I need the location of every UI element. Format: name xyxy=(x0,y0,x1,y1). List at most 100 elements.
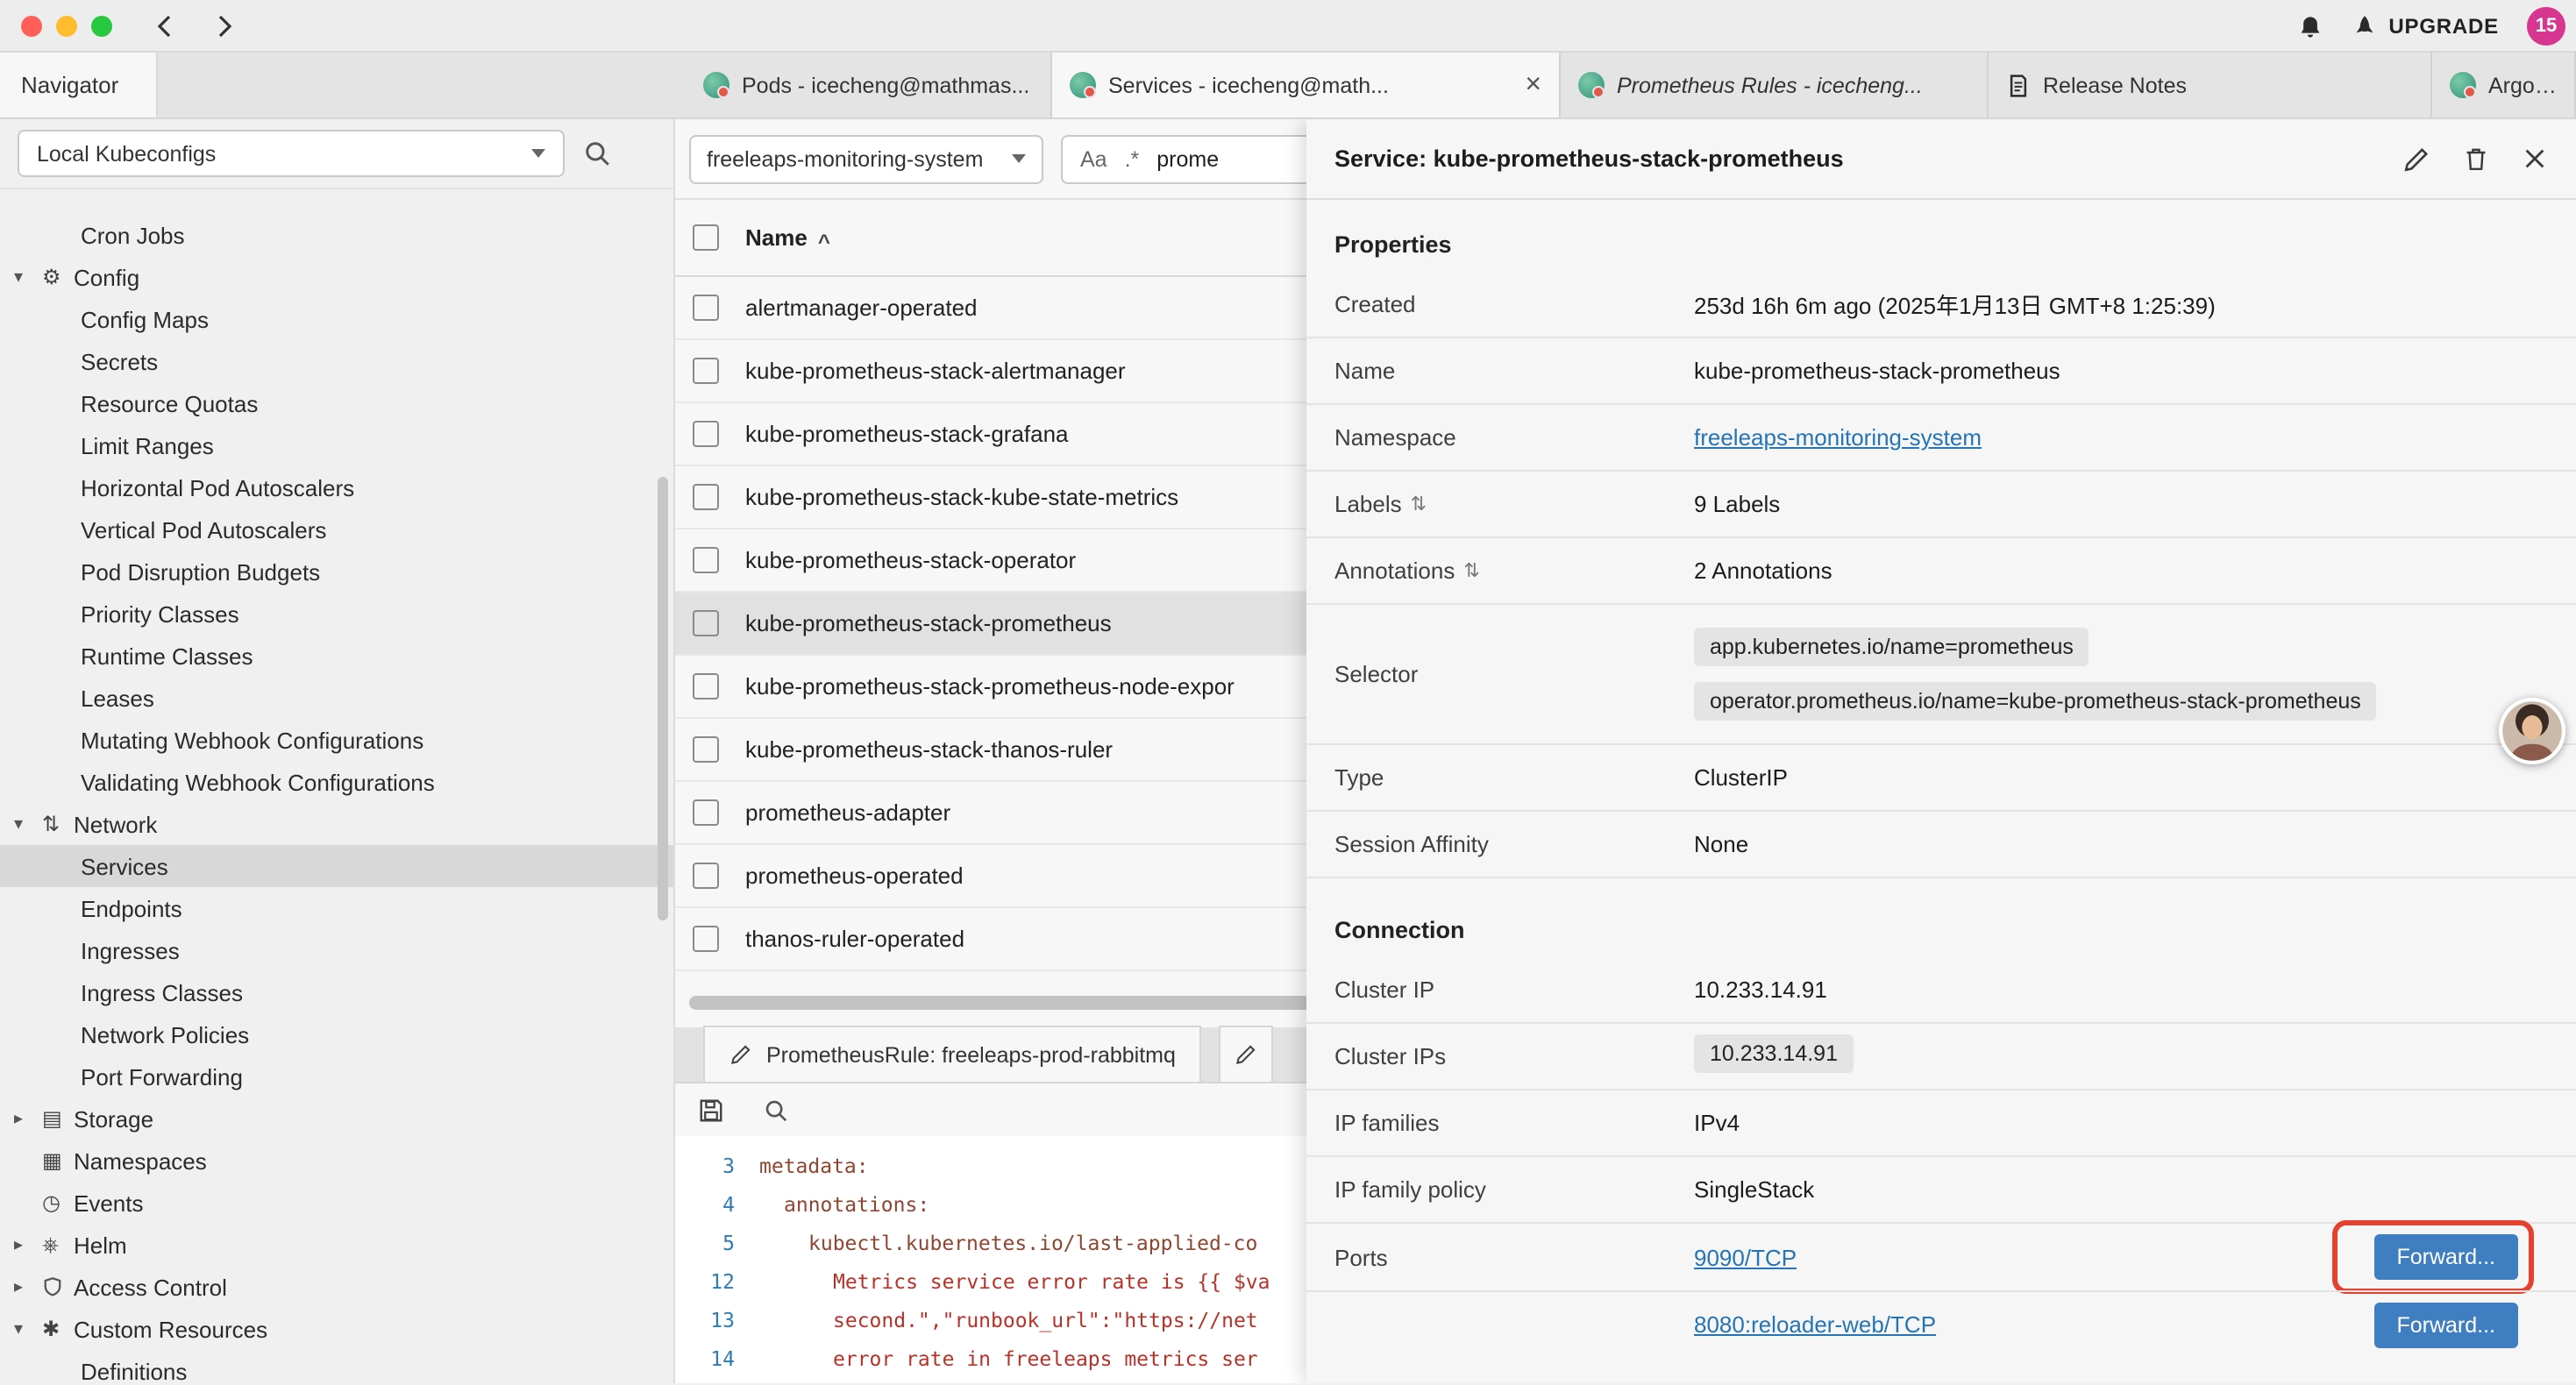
type-value: ClusterIP xyxy=(1694,764,2548,791)
code-text: kubectl.kubernetes.io/last-applied-co xyxy=(759,1224,1257,1262)
sidebar-item-storage[interactable]: ▸▤Storage xyxy=(0,1097,673,1140)
port-forward-button[interactable]: Forward... xyxy=(2373,1234,2518,1280)
sidebar-item-network[interactable]: ▾⇅Network xyxy=(0,803,673,845)
port-forward-button[interactable]: Forward... xyxy=(2373,1302,2518,1347)
config-icon: ⚙ xyxy=(42,265,74,289)
sidebar-item-label: Pod Disruption Budgets xyxy=(81,558,320,585)
sidebar-item-runtime-classes[interactable]: Runtime Classes xyxy=(0,635,673,677)
tab-services[interactable]: Services - icecheng@math... xyxy=(1052,53,1561,117)
sidebar-item-label: Access Control xyxy=(74,1274,227,1300)
namespace-filter-dropdown[interactable]: freeleaps-monitoring-system xyxy=(689,134,1043,183)
sidebar-item-config-maps[interactable]: Config Maps xyxy=(0,298,673,340)
window-minimize-button[interactable] xyxy=(56,15,77,36)
navigator-panel-tab[interactable]: Navigator xyxy=(0,53,158,117)
sidebar-item-ingresses[interactable]: Ingresses xyxy=(0,929,673,971)
service-name: alertmanager-operated xyxy=(745,295,978,321)
name-column-header[interactable]: Name xyxy=(745,224,830,251)
ports-label: Ports xyxy=(1334,1244,1694,1270)
sidebar-item-vertical-pod-autoscalers[interactable]: Vertical Pod Autoscalers xyxy=(0,508,673,550)
close-tab-icon[interactable] xyxy=(1525,71,1541,99)
kubeconfig-selector[interactable]: Local Kubeconfigs xyxy=(18,130,565,177)
selector-badge: app.kubernetes.io/name=prometheus xyxy=(1694,628,2089,666)
sidebar-item-label: Namespaces xyxy=(74,1147,207,1174)
editor-tab-partial[interactable] xyxy=(1220,1026,1274,1082)
sidebar-item-horizontal-pod-autoscalers[interactable]: Horizontal Pod Autoscalers xyxy=(0,466,673,508)
sidebar-item-limit-ranges[interactable]: Limit Ranges xyxy=(0,424,673,466)
sidebar-item-mutating-webhook-configurations[interactable]: Mutating Webhook Configurations xyxy=(0,719,673,761)
sidebar-item-endpoints[interactable]: Endpoints xyxy=(0,887,673,929)
sidebar-item-ingress-classes[interactable]: Ingress Classes xyxy=(0,971,673,1013)
save-icon[interactable] xyxy=(698,1097,724,1123)
labels-label: Labels xyxy=(1334,491,1402,517)
service-name: kube-prometheus-stack-kube-state-metrics xyxy=(745,484,1178,510)
port-link[interactable]: 8080:reloader-web/TCP xyxy=(1694,1311,2373,1338)
row-checkbox[interactable] xyxy=(693,421,719,447)
back-arrow-icon[interactable] xyxy=(151,11,179,39)
row-checkbox[interactable] xyxy=(693,799,719,826)
drawer-row-selector: Selector app.kubernetes.io/name=promethe… xyxy=(1306,605,2576,745)
tab-label: Services - icecheng@math... xyxy=(1108,73,1505,97)
expand-labels-icon[interactable] xyxy=(1411,493,1427,515)
sidebar-item-services[interactable]: Services xyxy=(0,845,673,887)
line-number: 4 xyxy=(675,1185,759,1224)
row-checkbox[interactable] xyxy=(693,673,719,700)
sidebar-item-priority-classes[interactable]: Priority Classes xyxy=(0,593,673,635)
sidebar-item-label: Mutating Webhook Configurations xyxy=(81,727,423,753)
search-icon[interactable] xyxy=(582,138,612,168)
notification-count-badge[interactable]: 15 xyxy=(2527,7,2565,46)
user-avatar[interactable] xyxy=(2499,698,2565,764)
expand-annotations-icon[interactable] xyxy=(1463,559,1479,582)
tab-prometheus-rules[interactable]: Prometheus Rules - icecheng... xyxy=(1561,53,1989,117)
select-all-checkbox[interactable] xyxy=(693,224,719,251)
row-checkbox[interactable] xyxy=(693,295,719,321)
cluster-ips-label: Cluster IPs xyxy=(1334,1043,1694,1069)
sidebar-item-definitions[interactable]: Definitions xyxy=(0,1350,673,1383)
tab-argo[interactable]: Argo Se xyxy=(2432,53,2576,117)
editor-search-icon[interactable] xyxy=(763,1097,789,1123)
row-checkbox[interactable] xyxy=(693,736,719,763)
sidebar-item-access-control[interactable]: ▸Access Control xyxy=(0,1266,673,1308)
sidebar-item-leases[interactable]: Leases xyxy=(0,677,673,719)
row-checkbox[interactable] xyxy=(693,484,719,510)
row-checkbox[interactable] xyxy=(693,547,719,573)
sidebar-item-cron-jobs[interactable]: Cron Jobs xyxy=(0,214,673,256)
sidebar-item-config[interactable]: ▾⚙Config xyxy=(0,256,673,298)
port-link[interactable]: 9090/TCP xyxy=(1694,1244,2373,1270)
tab-release-notes[interactable]: Release Notes xyxy=(1989,53,2432,117)
sidebar-item-secrets[interactable]: Secrets xyxy=(0,340,673,382)
row-checkbox[interactable] xyxy=(693,863,719,889)
window-close-button[interactable] xyxy=(21,15,42,36)
kubeconfig-selector-value: Local Kubeconfigs xyxy=(37,141,216,166)
match-case-toggle[interactable]: Aa xyxy=(1080,146,1107,171)
sidebar-item-resource-quotas[interactable]: Resource Quotas xyxy=(0,382,673,424)
sidebar-item-namespaces[interactable]: ▦Namespaces xyxy=(0,1140,673,1182)
edit-icon[interactable] xyxy=(2402,145,2430,173)
name-value: kube-prometheus-stack-prometheus xyxy=(1694,358,2548,384)
sidebar-item-network-policies[interactable]: Network Policies xyxy=(0,1013,673,1055)
forward-arrow-icon[interactable] xyxy=(210,11,238,39)
sidebar-item-port-forwarding[interactable]: Port Forwarding xyxy=(0,1055,673,1097)
sidebar-item-validating-webhook-configurations[interactable]: Validating Webhook Configurations xyxy=(0,761,673,803)
helm-icon: ⎈ xyxy=(42,1232,74,1258)
row-checkbox[interactable] xyxy=(693,610,719,636)
row-checkbox[interactable] xyxy=(693,926,719,952)
sidebar-item-events[interactable]: ◷Events xyxy=(0,1182,673,1224)
close-icon[interactable] xyxy=(2522,146,2548,172)
notifications-bell-icon[interactable] xyxy=(2297,13,2323,39)
tab-bar: Navigator Pods - icecheng@mathmas... Ser… xyxy=(0,53,2576,119)
sidebar-toolbar: Local Kubeconfigs xyxy=(0,119,673,189)
chevron-down-icon: ▾ xyxy=(14,267,42,287)
sidebar-item-custom-resources[interactable]: ▾✱Custom Resources xyxy=(0,1308,673,1350)
tab-pods[interactable]: Pods - icecheng@mathmas... xyxy=(686,53,1052,117)
namespace-link[interactable]: freeleaps-monitoring-system xyxy=(1694,424,1982,451)
sidebar-item-helm[interactable]: ▸⎈Helm xyxy=(0,1224,673,1266)
delete-trash-icon[interactable] xyxy=(2462,145,2490,173)
session-affinity-value: None xyxy=(1694,831,2548,857)
sidebar-scrollbar[interactable] xyxy=(658,477,668,920)
row-checkbox[interactable] xyxy=(693,358,719,384)
editor-tab-prometheusrule[interactable]: PrometheusRule: freeleaps-prod-rabbitmq xyxy=(703,1026,1202,1082)
regex-toggle[interactable]: .* xyxy=(1125,146,1140,171)
window-zoom-button[interactable] xyxy=(91,15,112,36)
sidebar-item-pod-disruption-budgets[interactable]: Pod Disruption Budgets xyxy=(0,550,673,593)
upgrade-button[interactable]: UPGRADE xyxy=(2352,13,2499,39)
